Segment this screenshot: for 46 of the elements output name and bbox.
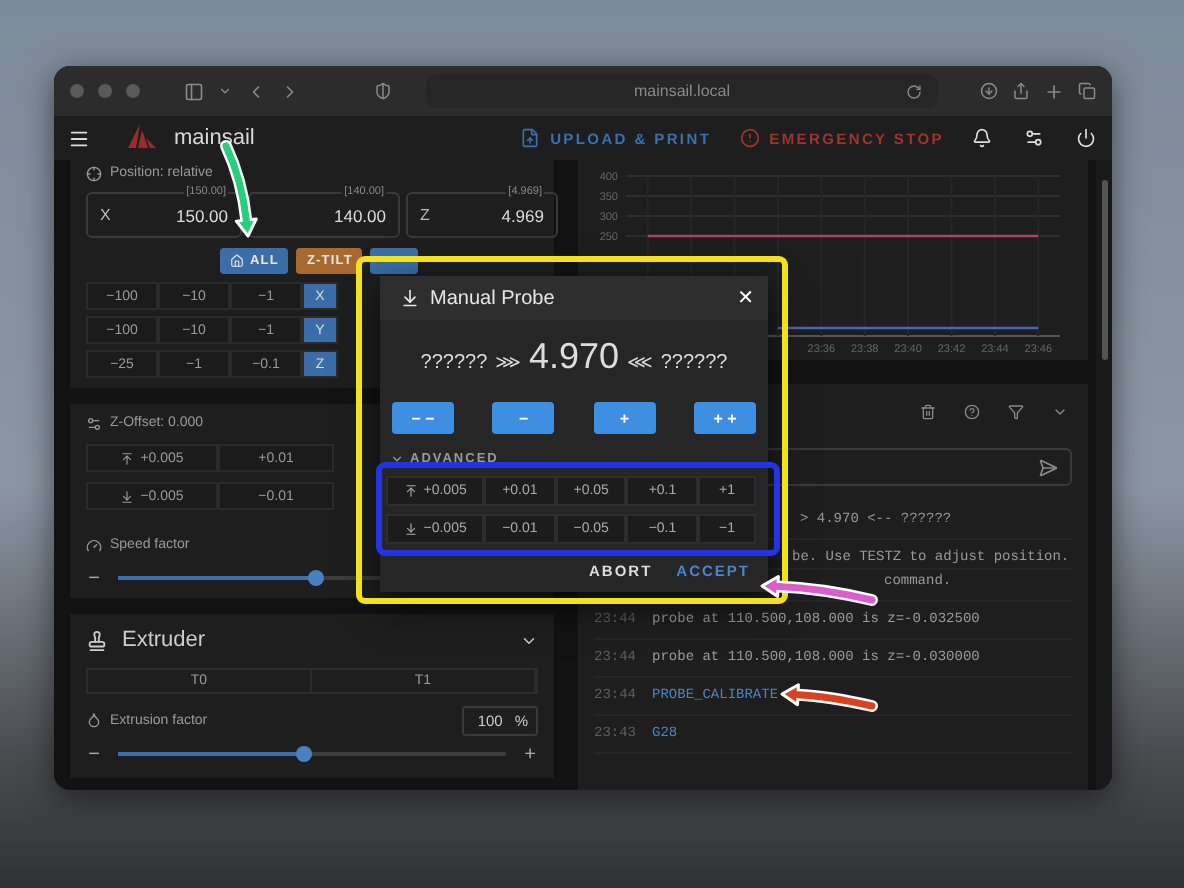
address-field[interactable]: mainsail.local xyxy=(426,74,938,108)
droplet-icon xyxy=(86,712,102,728)
tabs-icon[interactable] xyxy=(1078,82,1096,100)
trash-icon[interactable] xyxy=(920,404,936,420)
step-button[interactable]: + + xyxy=(693,402,756,434)
alert-icon xyxy=(739,128,760,148)
bell-icon[interactable] xyxy=(972,128,992,148)
minus-button[interactable]: − xyxy=(86,743,102,765)
arrow-down-icon xyxy=(120,489,135,503)
step-button[interactable]: + xyxy=(593,402,656,434)
send-icon[interactable] xyxy=(1038,457,1058,477)
minus-button[interactable]: − xyxy=(86,567,102,589)
download-icon[interactable] xyxy=(980,82,998,100)
probe-down-icon xyxy=(400,288,420,308)
gauge-icon xyxy=(86,537,102,553)
chevron-down-icon[interactable] xyxy=(1052,404,1068,420)
arrow-up-icon xyxy=(120,451,135,465)
scrollbar-thumb[interactable] xyxy=(1101,180,1107,360)
probe-value: ?????? ⋙ 4.970 ⋘ ?????? xyxy=(418,336,730,378)
filter-icon[interactable] xyxy=(1008,404,1024,420)
sidebar-icon[interactable] xyxy=(184,81,204,101)
reload-icon[interactable] xyxy=(906,83,922,99)
shield-icon xyxy=(374,82,392,100)
settings-icon[interactable] xyxy=(1024,128,1044,148)
chevron-down-icon xyxy=(390,452,404,466)
dialog-title: Manual Probe xyxy=(430,287,557,309)
crosshair-icon xyxy=(86,165,102,181)
plus-button[interactable]: + xyxy=(522,743,538,765)
sail-logo-icon xyxy=(126,124,158,152)
power-icon[interactable] xyxy=(1076,128,1096,148)
slider-thumb[interactable] xyxy=(307,570,324,586)
menu-icon[interactable] xyxy=(68,127,90,149)
slider-thumb[interactable] xyxy=(296,746,313,762)
home-icon xyxy=(230,254,244,268)
help-icon[interactable] xyxy=(964,404,980,420)
arrow-up-icon xyxy=(403,484,418,498)
step-button[interactable]: − xyxy=(492,402,555,434)
brand-name: mainsail xyxy=(174,126,255,150)
step-button[interactable]: − − xyxy=(392,402,454,434)
arrow-down-icon xyxy=(403,522,418,536)
close-button[interactable]: ✕ xyxy=(737,287,754,309)
new-tab-icon[interactable] xyxy=(1044,81,1064,101)
extruder-icon xyxy=(86,629,108,651)
file-upload-icon xyxy=(520,128,541,148)
panel-title: Extruder xyxy=(122,628,208,652)
share-icon[interactable] xyxy=(1012,82,1030,100)
